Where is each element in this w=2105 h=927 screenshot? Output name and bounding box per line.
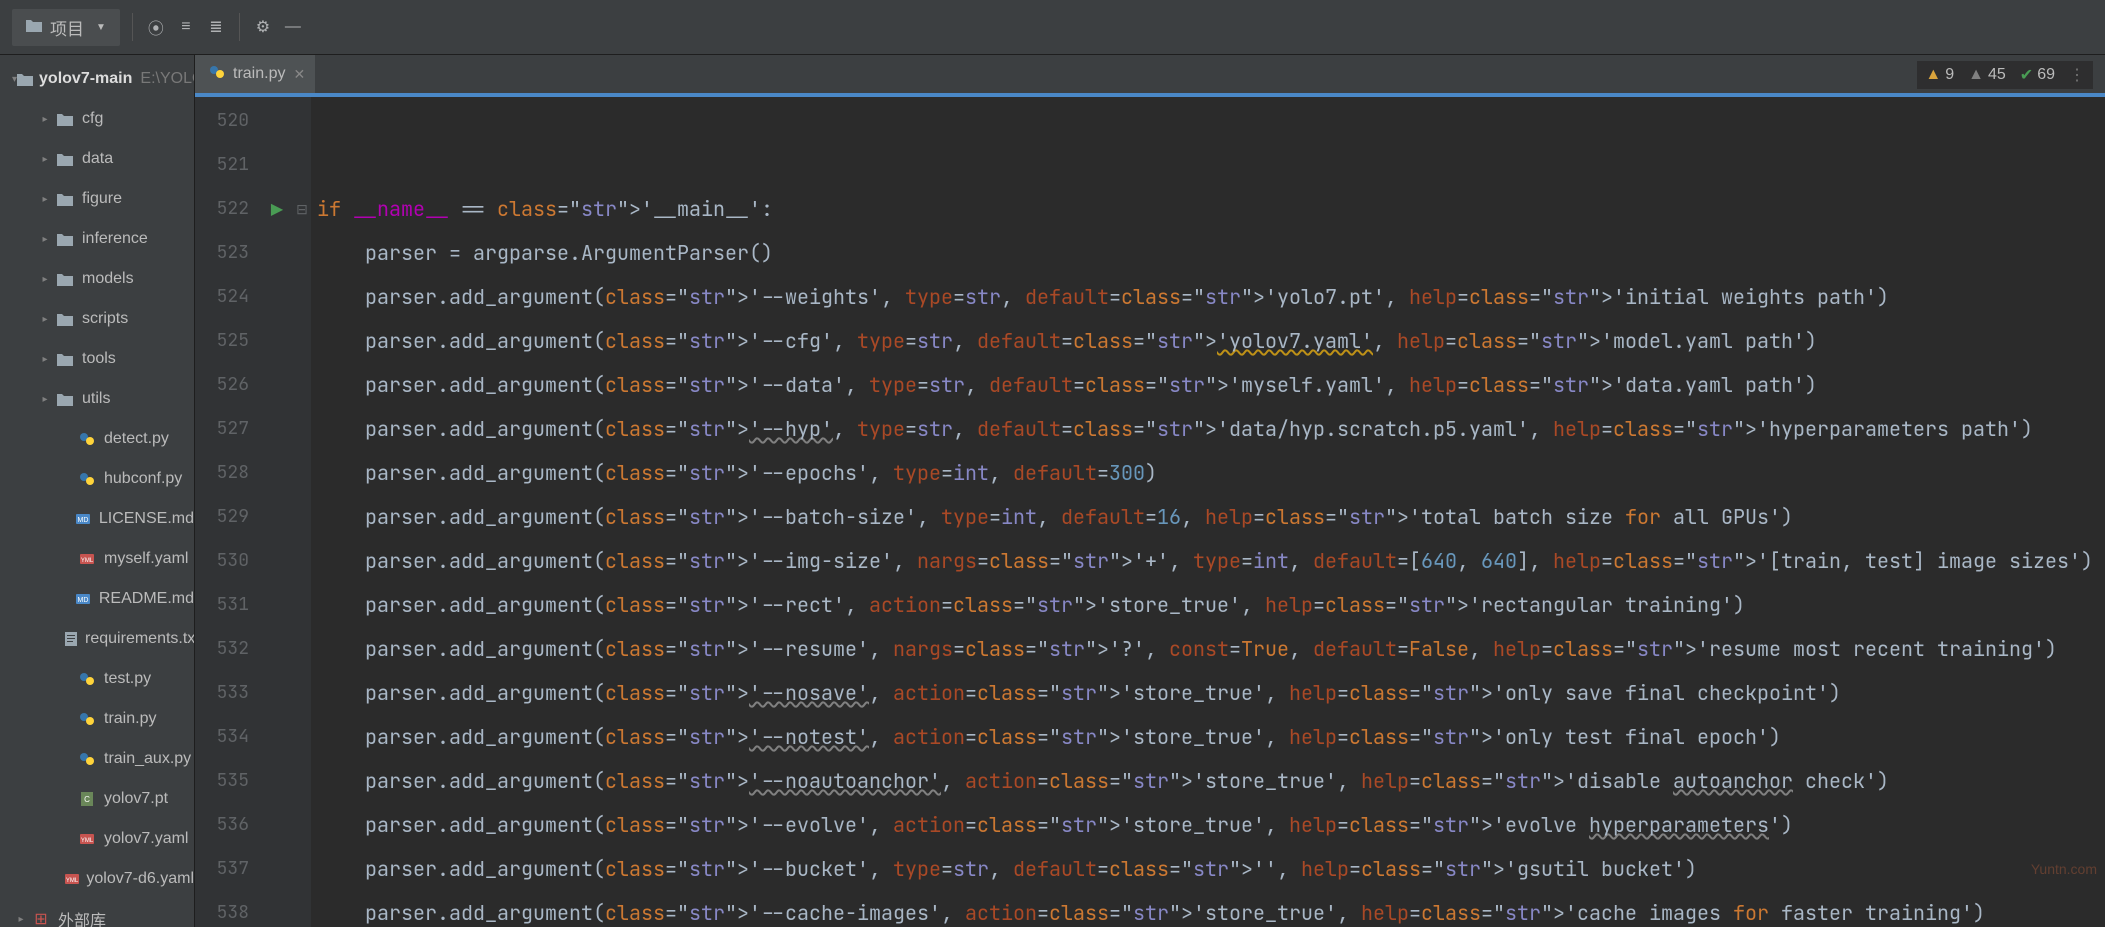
tree-folder-models[interactable]: ▸models [0, 259, 194, 299]
run-gutter-icon[interactable]: ▶ [271, 199, 283, 219]
tree-file-requirements-txt[interactable]: ▸requirements.txt [0, 619, 194, 659]
project-view-selector[interactable]: 项目 ▼ [12, 9, 120, 46]
code-editor[interactable]: if __name__ == class="str">'__main__': p… [311, 97, 2105, 927]
fold-column[interactable]: ⊟ [293, 97, 311, 927]
tree-file-yolov7-d6-yaml[interactable]: ▸YMLyolov7-d6.yaml [0, 859, 194, 899]
tree-folder-inference[interactable]: ▸inference [0, 219, 194, 259]
warning-icon: ▲ [1925, 66, 1941, 84]
expand-all-button[interactable]: ≡ [171, 12, 201, 42]
tab-train-py[interactable]: train.py ✕ [195, 55, 315, 93]
collapse-all-button[interactable]: ≣ [201, 12, 231, 42]
tree-folder-cfg[interactable]: ▸cfg [0, 99, 194, 139]
folder-icon [26, 18, 42, 37]
project-label-text: 项目 [50, 15, 84, 40]
hide-button[interactable]: — [278, 12, 308, 42]
editor-area: train.py ✕ ▲9 ▲45 ✔69 ⋮ 5205215225235245… [195, 55, 2105, 927]
close-icon[interactable]: ✕ [293, 66, 305, 83]
tree-file-detect-py[interactable]: ▸detect.py [0, 419, 194, 459]
tree-file-train_aux-py[interactable]: ▸train_aux.py [0, 739, 194, 779]
warning-count: 9 [1945, 66, 1954, 84]
svg-text:YML: YML [81, 558, 94, 564]
tree-root[interactable]: ▾yolov7-mainE:\YOLO v7\yolov7-main [0, 59, 194, 99]
weak-warning-icon: ▲ [1968, 66, 1984, 84]
project-tree[interactable]: ▾yolov7-mainE:\YOLO v7\yolov7-main▸cfg▸d… [0, 55, 195, 927]
tree-folder-scripts[interactable]: ▸scripts [0, 299, 194, 339]
tree-file-myself-yaml[interactable]: ▸YMLmyself.yaml [0, 539, 194, 579]
tree-file-LICENSE-md[interactable]: ▸MDLICENSE.md [0, 499, 194, 539]
tree-file-yolov7-pt[interactable]: ▸Cyolov7.pt [0, 779, 194, 819]
chevron-down-icon: ▼ [96, 22, 106, 33]
tree-folder-tools[interactable]: ▸tools [0, 339, 194, 379]
gutter-icons[interactable]: ▶💡 [261, 97, 293, 927]
tree-folder-figure[interactable]: ▸figure [0, 179, 194, 219]
svg-text:YML: YML [66, 878, 79, 884]
svg-text:C: C [84, 795, 90, 804]
svg-text:YML: YML [81, 838, 94, 844]
locate-button[interactable]: ⦿ [141, 12, 171, 42]
main-area: ▾yolov7-mainE:\YOLO v7\yolov7-main▸cfg▸d… [0, 55, 2105, 927]
tree-folder-utils[interactable]: ▸utils [0, 379, 194, 419]
typo-count: 69 [2037, 66, 2055, 84]
inspection-indicators[interactable]: ▲9 ▲45 ✔69 ⋮ [1917, 61, 2093, 89]
editor-tabs: train.py ✕ [195, 55, 2105, 97]
project-tool-window-header: 项目 ▼ ⦿ ≡ ≣ ⚙ — [0, 0, 2105, 55]
separator [239, 13, 240, 41]
tree-external-libs[interactable]: ▸⊞外部库 [0, 899, 194, 927]
python-file-icon [209, 64, 225, 85]
svg-text:MD: MD [78, 517, 89, 524]
more-icon[interactable]: ⋮ [2069, 65, 2085, 85]
tab-label: train.py [233, 65, 285, 83]
tree-folder-data[interactable]: ▸data [0, 139, 194, 179]
tree-file-hubconf-py[interactable]: ▸hubconf.py [0, 459, 194, 499]
weak-warning-count: 45 [1988, 66, 2006, 84]
tree-file-README-md[interactable]: ▸MDREADME.md [0, 579, 194, 619]
settings-button[interactable]: ⚙ [248, 12, 278, 42]
line-number-gutter[interactable]: 5205215225235245255265275285295305315325… [195, 97, 261, 927]
tree-file-yolov7-yaml[interactable]: ▸YMLyolov7.yaml [0, 819, 194, 859]
tree-file-test-py[interactable]: ▸test.py [0, 659, 194, 699]
typo-icon: ✔ [2020, 65, 2033, 85]
code-region: 5205215225235245255265275285295305315325… [195, 97, 2105, 927]
tree-file-train-py[interactable]: ▸train.py [0, 699, 194, 739]
svg-text:MD: MD [78, 597, 89, 604]
separator [132, 13, 133, 41]
